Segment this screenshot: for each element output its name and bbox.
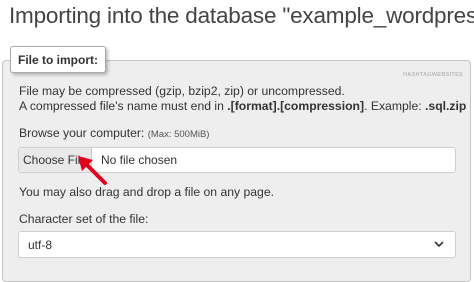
drag-drop-note: You may also drag and drop a file on any… bbox=[19, 185, 274, 199]
max-size: (Max: 500MiB) bbox=[147, 129, 210, 140]
charset-select[interactable] bbox=[18, 231, 456, 258]
filename-format: .[format].[compression] bbox=[227, 99, 365, 113]
no-file-chosen-text: No file chosen bbox=[101, 153, 178, 167]
filename-note: A compressed file's name must end in .[f… bbox=[19, 99, 466, 113]
filename-example: .sql.zip bbox=[425, 99, 467, 113]
browse-label: Browse your computer: (Max: 500MiB) bbox=[19, 126, 209, 140]
filename-example-prefix: . Example: bbox=[364, 99, 426, 113]
compression-note: File may be compressed (gzip, bzip2, zip… bbox=[19, 84, 345, 98]
watermark-text: HASHTAGWEBSITES bbox=[403, 72, 464, 78]
charset-selected-value: utf-8 bbox=[28, 238, 53, 252]
browse-label-text: Browse your computer: bbox=[19, 126, 148, 140]
red-arrow-icon bbox=[78, 156, 107, 185]
charset-label: Character set of the file: bbox=[19, 212, 149, 226]
filename-note-prefix: A compressed file's name must end in bbox=[19, 99, 228, 113]
watermark-logo: HASHTAGWEBSITES bbox=[400, 69, 464, 81]
page-title: Importing into the database "example_wor… bbox=[9, 3, 474, 28]
chevron-down-icon bbox=[434, 241, 444, 248]
file-to-import-legend: File to import: bbox=[10, 46, 106, 73]
